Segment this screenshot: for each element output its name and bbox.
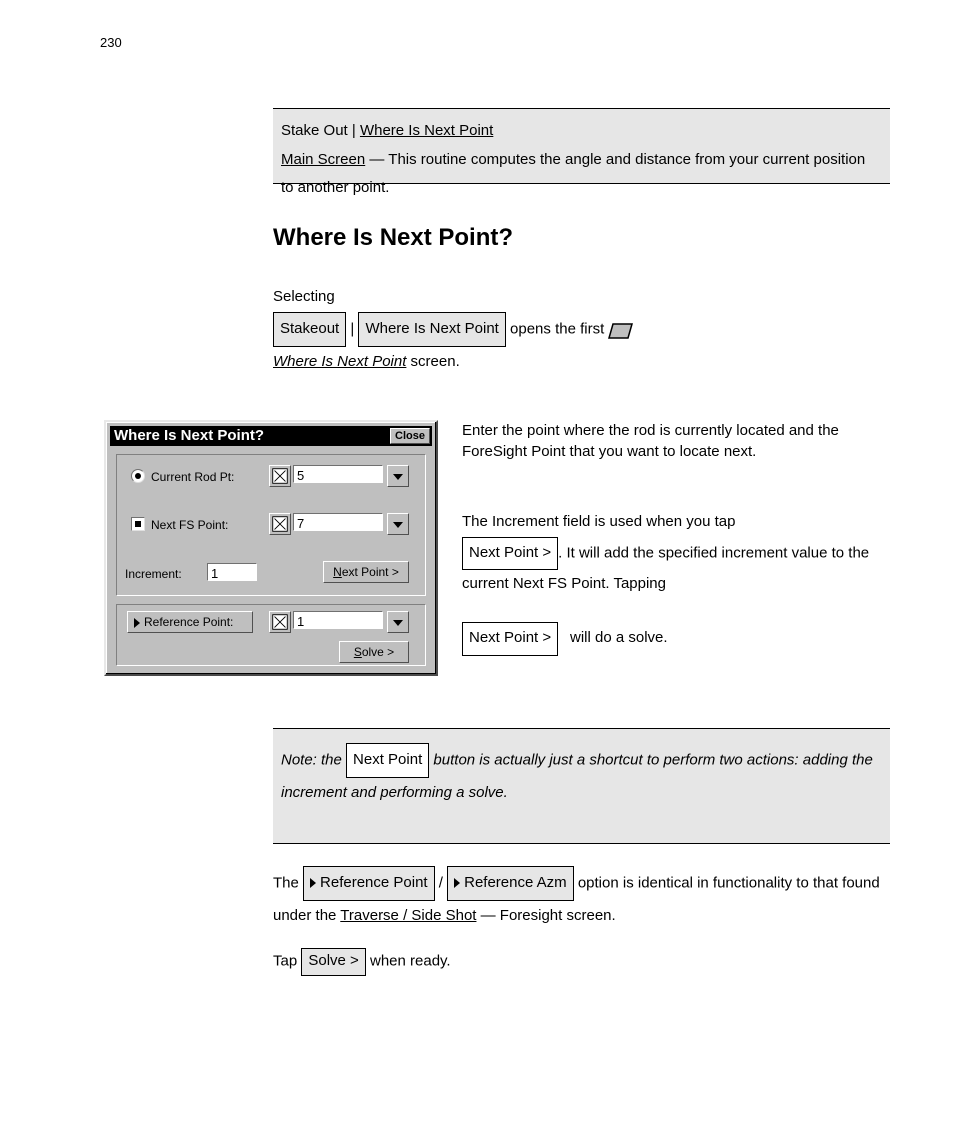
banner-note-text: Note: the Next Point button is actually … bbox=[281, 743, 881, 808]
triangle-right-icon bbox=[134, 618, 140, 628]
banner-link-main[interactable]: Main Screen bbox=[281, 151, 365, 168]
current-rod-radio[interactable] bbox=[131, 469, 145, 483]
stakeout-button[interactable]: Stakeout bbox=[273, 312, 346, 347]
current-rod-map-icon[interactable] bbox=[269, 465, 291, 487]
ref-point-txt: Reference Point bbox=[320, 874, 428, 891]
ref-azm-txt: Reference Azm bbox=[464, 874, 567, 891]
para4-b: / bbox=[439, 874, 447, 891]
reference-point-button[interactable]: Reference Point bbox=[303, 866, 435, 901]
reference-point-toggle[interactable]: Reference Point: bbox=[127, 611, 253, 633]
close-button[interactable]: Close bbox=[390, 428, 430, 444]
triangle-right-icon bbox=[310, 878, 316, 888]
dialog-next-point-button[interactable]: Next Point > bbox=[323, 561, 409, 583]
next-fs-map-icon[interactable] bbox=[269, 513, 291, 535]
ref-point-map-icon[interactable] bbox=[269, 611, 291, 633]
note-prefix: Note: the bbox=[281, 751, 346, 768]
para3-a: The Increment field is used when you tap bbox=[462, 513, 736, 530]
increment-input[interactable]: 1 bbox=[207, 563, 257, 581]
para4-d: — Foresight screen. bbox=[481, 907, 616, 924]
para1-before: Selecting bbox=[273, 288, 335, 305]
banner-top: Stake Out | Where Is Next Point Main Scr… bbox=[273, 108, 890, 184]
ref-point-dropdown[interactable] bbox=[387, 611, 409, 633]
next-point-button-note[interactable]: Next Point bbox=[346, 743, 429, 778]
wisp-title-italic: Where Is Next Point bbox=[273, 353, 406, 370]
para5-a: Tap bbox=[273, 953, 301, 970]
traverse-side-shot-link[interactable]: Traverse / Side Shot bbox=[340, 907, 476, 924]
where-is-next-point-dialog: Where Is Next Point? Close Current Rod P… bbox=[104, 420, 438, 676]
current-rod-dropdown[interactable] bbox=[387, 465, 409, 487]
increment-label: Increment: bbox=[125, 567, 182, 581]
para-5: Tap Solve > when ready. bbox=[273, 948, 890, 976]
para1-mid: | bbox=[350, 320, 358, 337]
dialog-titlebar: Where Is Next Point? Close bbox=[110, 426, 432, 446]
triangle-right-icon bbox=[454, 878, 460, 888]
dialog-solve-button[interactable]: Solve > bbox=[339, 641, 409, 663]
current-rod-label: Current Rod Pt: bbox=[151, 470, 234, 484]
para4-a: The bbox=[273, 874, 303, 891]
where-is-next-point-icon bbox=[608, 321, 634, 339]
section-heading: Where Is Next Point? bbox=[273, 224, 513, 252]
page-number: 230 bbox=[100, 34, 122, 52]
ref-point-label: Reference Point: bbox=[144, 615, 233, 629]
banner-prefix: Stake Out | bbox=[281, 122, 360, 139]
dlg-next-point-rest: ext Point > bbox=[342, 565, 399, 579]
next-point-button-inline-1[interactable]: Next Point > bbox=[462, 537, 558, 571]
para-1: Selecting Stakeout | Where Is Next Point… bbox=[273, 282, 890, 377]
next-point-button-inline-2[interactable]: Next Point > bbox=[462, 622, 558, 656]
para1-end: screen. bbox=[406, 353, 459, 370]
dialog-panel-bottom: Reference Point: 1 Solve > bbox=[116, 604, 426, 666]
para3-c: will do a solve. bbox=[570, 624, 668, 653]
current-rod-input[interactable]: 5 bbox=[293, 465, 383, 483]
para-4: The Reference Point / Reference Azm opti… bbox=[273, 866, 890, 931]
solve-button-inline[interactable]: Solve > bbox=[301, 948, 365, 976]
para5-b: when ready. bbox=[370, 953, 451, 970]
para-2: Enter the point where the rod is current… bbox=[462, 420, 890, 462]
para-3: The Increment field is used when you tap… bbox=[462, 508, 890, 599]
solve-rest: olve > bbox=[362, 645, 394, 659]
dialog-title-text: Where Is Next Point? bbox=[114, 427, 264, 444]
banner-link-where[interactable]: Where Is Next Point bbox=[360, 122, 493, 139]
reference-azm-button[interactable]: Reference Azm bbox=[447, 866, 574, 901]
ref-point-input[interactable]: 1 bbox=[293, 611, 383, 629]
banner-note: Note: the Next Point button is actually … bbox=[273, 728, 890, 844]
banner-desc: — This routine computes the angle and di… bbox=[281, 151, 865, 197]
next-fs-checkbox[interactable] bbox=[131, 517, 145, 531]
para1-after: opens the first bbox=[510, 320, 608, 337]
where-is-next-point-button[interactable]: Where Is Next Point bbox=[358, 312, 505, 347]
next-fs-dropdown[interactable] bbox=[387, 513, 409, 535]
dialog-panel-top: Current Rod Pt: 5 Next FS Point: 7 Incre… bbox=[116, 454, 426, 596]
next-fs-input[interactable]: 7 bbox=[293, 513, 383, 531]
next-fs-label: Next FS Point: bbox=[151, 518, 228, 532]
banner-top-text: Stake Out | Where Is Next Point Main Scr… bbox=[281, 117, 881, 203]
